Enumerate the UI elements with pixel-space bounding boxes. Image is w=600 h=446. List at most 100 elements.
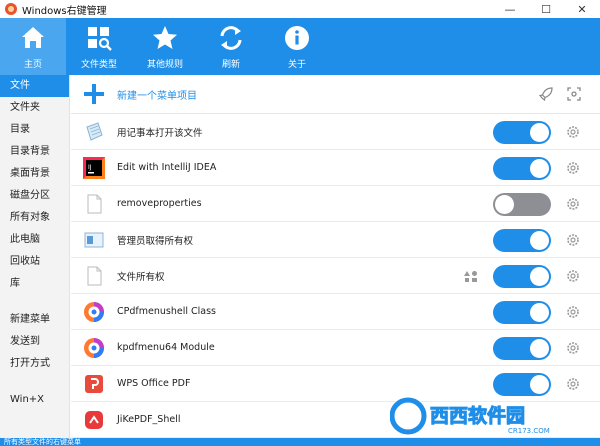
enable-toggle[interactable] [493,121,551,144]
gear-icon[interactable] [566,305,580,319]
toolbar-file-type-button[interactable]: 文件类型 [66,18,132,75]
close-button[interactable]: ✕ [564,0,600,18]
enable-toggle[interactable] [493,337,551,360]
enable-toggle[interactable] [493,157,551,180]
maximize-button[interactable]: ☐ [528,0,564,18]
enable-toggle[interactable] [493,301,551,324]
locate-icon[interactable] [566,86,582,102]
list-item: kpdfmenu64 Module [71,330,600,366]
toolbar-home-label: 主页 [23,60,42,70]
kpdf-icon [83,337,105,359]
list-item-label: Edit with IntelliJ IDEA [117,162,217,173]
notepad-icon [83,121,105,143]
kpdf-icon [83,301,105,323]
app-logo-icon [5,3,17,15]
enable-toggle[interactable] [493,229,551,252]
toggle-knob [530,231,549,250]
sidebar-separator [0,375,69,389]
svg-text:IJ: IJ [88,164,92,171]
toggle-knob [530,159,549,178]
gear-icon[interactable] [566,125,580,139]
list-item: IJ Edit with IntelliJ IDEA [71,150,600,186]
list-item-label: JiKePDF_Shell [117,414,181,425]
list-item-label: kpdfmenu64 Module [117,342,215,353]
minimize-button[interactable]: — [492,0,528,18]
list-item: WPS Office PDF [71,366,600,402]
intellij-icon: IJ [83,156,105,179]
list-item-label: WPS Office PDF [117,378,191,389]
info-icon [285,26,309,50]
sidebar-item-file[interactable]: 文件 [0,75,69,97]
toolbar-about-label: 关于 [287,60,306,70]
sidebar-item-win-x[interactable]: Win+X [0,389,69,411]
new-item-label[interactable]: 新建一个菜单项目 [117,87,197,102]
sidebar-item-open-with[interactable]: 打开方式 [0,353,69,375]
menu-item-list: 新建一个菜单项目 用记事本打开该文件 IJ Edit with IntelliJ… [71,75,600,446]
toolbar-refresh-button[interactable]: 刷新 [198,18,264,75]
list-item: 用记事本打开该文件 [71,114,600,150]
sidebar-item-library[interactable]: 库 [0,273,69,295]
list-item: 管理员取得所有权 [71,222,600,258]
sidebar-item-all-objects[interactable]: 所有对象 [0,207,69,229]
sidebar-item-send-to[interactable]: 发送到 [0,331,69,353]
plus-icon[interactable] [81,81,107,107]
blank-file-icon [83,193,105,215]
toolbar-about-button[interactable]: 关于 [264,18,330,75]
list-item-label: CPdfmenushell Class [117,306,216,317]
list-item-label: 用记事本打开该文件 [117,127,203,139]
toggle-knob [530,375,549,394]
main-toolbar: 主页 文件类型 其他规则 刷新 关于 [0,18,600,75]
enable-toggle[interactable] [493,373,551,396]
status-bar: 所有类型文件的右键菜单 [0,438,600,446]
toolbar-other-rules-label: 其他规则 [146,60,183,70]
blank-file-icon [83,265,105,287]
gear-icon[interactable] [566,269,580,283]
wps-pdf-icon [83,373,105,395]
sidebar-item-recycle-bin[interactable]: 回收站 [0,251,69,273]
enable-toggle[interactable] [493,193,551,216]
list-item: CPdfmenushell Class [71,294,600,330]
toolbar-other-rules-button[interactable]: 其他规则 [132,18,198,75]
gear-icon[interactable] [566,377,580,391]
list-item: removeproperties [71,186,600,222]
list-item-label: 管理员取得所有权 [117,235,194,247]
title-bar: Windows右键管理 — ☐ ✕ [0,0,600,18]
toggle-knob [530,267,549,286]
window-title: Windows右键管理 [22,5,107,17]
rocket-icon[interactable] [538,86,554,102]
list-item-label: 文件所有权 [117,271,165,283]
list-item: JiKePDF_Shell [71,402,600,438]
jikepdf-icon [83,409,105,431]
sidebar-item-new-menu[interactable]: 新建菜单 [0,309,69,331]
enable-toggle[interactable] [493,265,551,288]
sidebar-item-this-pc[interactable]: 此电脑 [0,229,69,251]
star-icon [153,26,177,49]
toggle-knob [495,195,514,214]
toolbar-file-type-label: 文件类型 [80,60,117,70]
list-item-label: removeproperties [117,198,202,209]
sidebar: 文件 文件夹 目录 目录背景 桌面背景 磁盘分区 所有对象 此电脑 回收站 库 … [0,75,70,446]
toggle-knob [530,123,549,142]
list-item: 文件所有权 [71,258,600,294]
gear-icon[interactable] [566,341,580,355]
sidebar-item-directory-background[interactable]: 目录背景 [0,141,69,163]
new-item-row[interactable]: 新建一个菜单项目 [71,75,600,114]
sidebar-item-directory[interactable]: 目录 [0,119,69,141]
admin-window-icon [83,229,105,251]
toggle-knob [530,339,549,358]
sub-items-icon[interactable] [464,270,478,282]
sidebar-item-desktop-background[interactable]: 桌面背景 [0,163,69,185]
window-controls: — ☐ ✕ [492,0,600,18]
file-type-search-icon [88,27,112,51]
toolbar-refresh-label: 刷新 [221,60,240,70]
toggle-knob [530,303,549,322]
sidebar-item-folder[interactable]: 文件夹 [0,97,69,119]
home-icon [22,27,44,48]
gear-icon[interactable] [566,233,580,247]
sidebar-separator [0,295,69,309]
refresh-icon [220,26,242,50]
toolbar-home-button[interactable]: 主页 [0,18,66,75]
gear-icon[interactable] [566,161,580,175]
gear-icon[interactable] [566,197,580,211]
sidebar-item-disk-partition[interactable]: 磁盘分区 [0,185,69,207]
